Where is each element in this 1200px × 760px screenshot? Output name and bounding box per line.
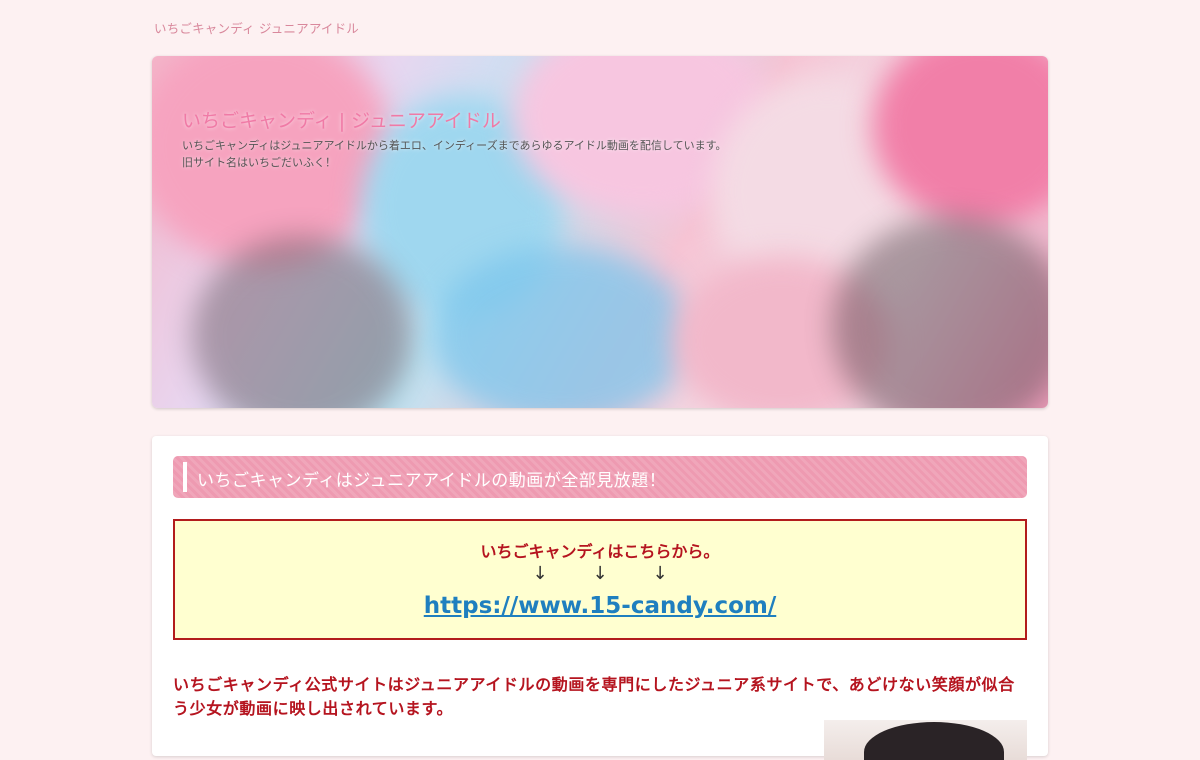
site-description: いちごキャンディはジュニアアイドルから着エロ、インディーズまであらゆるアイドル動… [182,139,727,169]
intro-paragraph: いちごキャンディ公式サイトはジュニアアイドルの動画を専門にしたジュニア系サイトで… [173,675,1015,718]
down-arrow-icon: ↓ [652,563,668,584]
notice-title: いちごキャンディはこちらから。 [480,542,720,561]
heading-accent-bar [183,462,187,492]
article-card: いちごキャンディはジュニアアイドルの動画が全部見放題！ いちごキャンディはこちら… [152,436,1048,760]
article-photo [824,720,1027,760]
header-banner: いちごキャンディ | ジュニアアイドル いちごキャンディはジュニアアイドルから着… [152,56,1048,408]
notice-box: いちごキャンディはこちらから。 ↓ ↓ ↓ https://www.15-candy… [173,519,1027,640]
site-heading[interactable]: いちごキャンディ | ジュニアアイドル [182,106,742,133]
external-site-link[interactable]: https://www.15-candy.com/ [175,593,1025,619]
down-arrow-icon: ↓ [592,563,608,584]
site-title-link[interactable]: いちごキャンディ ジュニアアイドル [154,18,359,37]
down-arrows: ↓ ↓ ↓ [175,563,1025,584]
section-heading-text: いちごキャンディはジュニアアイドルの動画が全部見放題！ [197,471,667,491]
banner-text: いちごキャンディ | ジュニアアイドル いちごキャンディはジュニアアイドルから着… [182,106,742,171]
down-arrow-icon: ↓ [532,563,548,584]
section-heading: いちごキャンディはジュニアアイドルの動画が全部見放題！ [173,456,1027,498]
